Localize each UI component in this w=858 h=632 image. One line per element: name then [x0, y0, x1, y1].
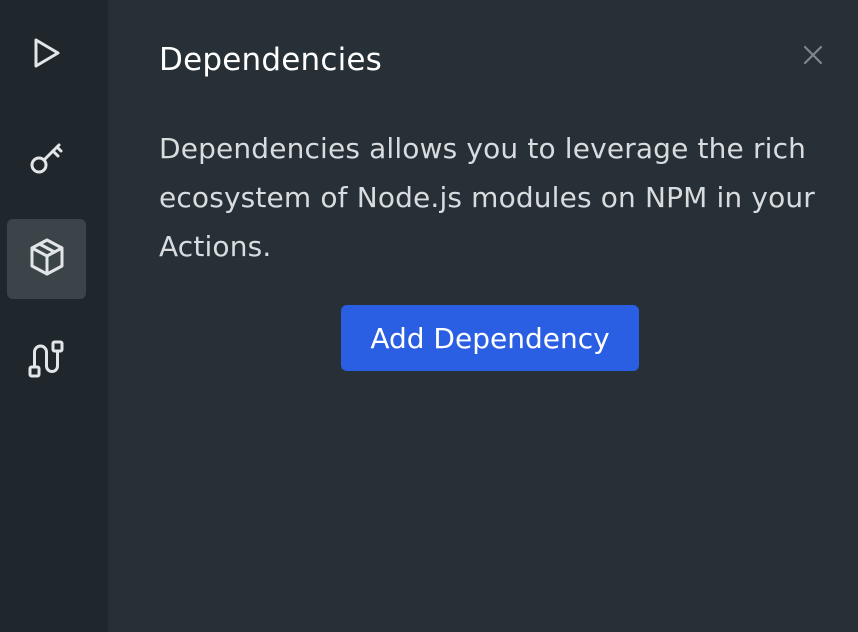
app-window: Dependencies Dependencies allows you to … — [0, 0, 858, 632]
panel-description: Dependencies allows you to leverage the … — [159, 132, 815, 263]
key-icon — [25, 135, 69, 183]
versions-icon — [25, 337, 69, 385]
add-dependency-button[interactable]: Add Dependency — [341, 305, 639, 371]
sidebar — [0, 0, 108, 632]
sidebar-item-secrets[interactable] — [7, 119, 86, 199]
close-button[interactable] — [796, 40, 830, 74]
sidebar-item-versions[interactable] — [7, 321, 86, 401]
close-icon — [802, 44, 824, 70]
sidebar-item-run[interactable] — [7, 17, 86, 97]
sidebar-item-dependencies[interactable] — [7, 219, 86, 299]
package-icon — [25, 235, 69, 283]
panel-title: Dependencies — [159, 42, 383, 78]
play-icon — [25, 33, 69, 81]
dependencies-panel: Dependencies Dependencies allows you to … — [108, 0, 858, 632]
